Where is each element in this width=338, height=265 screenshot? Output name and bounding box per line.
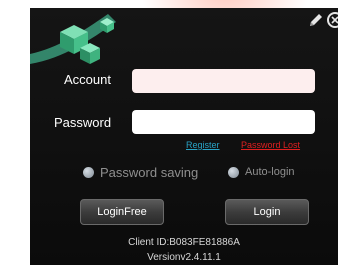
account-label: Account — [64, 72, 111, 87]
password-saving-option[interactable]: Password saving — [83, 165, 198, 180]
login-button[interactable]: Login — [225, 199, 309, 225]
client-id-text: Client ID:B083FE81886A — [128, 237, 240, 248]
version-text: Versionv2.4.11.1 — [147, 252, 221, 263]
close-icon[interactable] — [324, 10, 338, 30]
register-link[interactable]: Register — [186, 140, 220, 150]
password-label: Password — [54, 115, 112, 130]
auto-login-option[interactable]: Auto-login — [228, 166, 295, 178]
green-cubes-logo-icon — [30, 14, 116, 64]
auto-login-label: Auto-login — [245, 166, 295, 178]
login-free-button[interactable]: LoginFree — [80, 199, 164, 225]
password-saving-radio[interactable] — [83, 167, 94, 178]
password-lost-link[interactable]: Password Lost — [241, 140, 300, 150]
password-saving-label: Password saving — [100, 165, 199, 180]
auto-login-radio[interactable] — [228, 166, 239, 178]
pencil-icon[interactable] — [306, 10, 326, 30]
account-input[interactable] — [132, 69, 315, 93]
password-input[interactable] — [132, 110, 315, 134]
login-dialog: Account Password Register Password Lost … — [30, 8, 338, 265]
